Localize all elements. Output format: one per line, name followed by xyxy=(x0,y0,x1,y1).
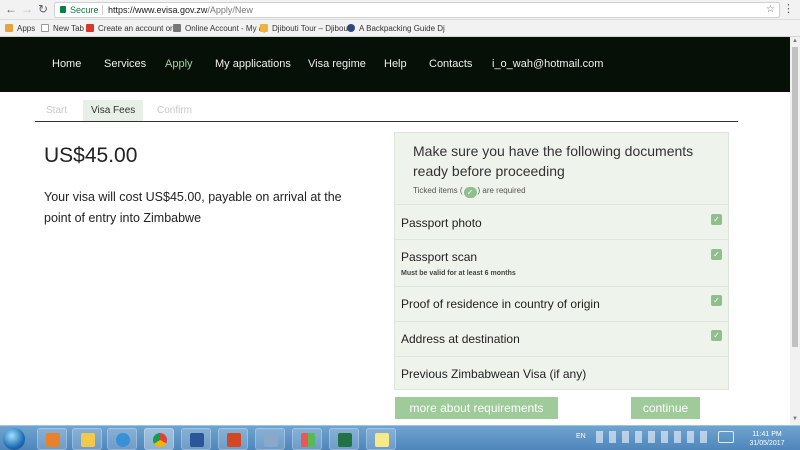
ie-icon xyxy=(116,433,130,447)
folder-icon xyxy=(81,433,95,447)
requirement-label: Passport photo xyxy=(401,216,482,230)
word-icon xyxy=(190,433,204,447)
requirement-label: Passport scan xyxy=(401,250,478,264)
maple-leaf-icon xyxy=(86,24,94,32)
requirement-item: Passport photo ✓ xyxy=(395,204,728,239)
requirements-panel: Make sure you have the following documen… xyxy=(394,132,729,390)
requirement-sub-label: Must be valid for at least 6 months xyxy=(401,270,516,277)
nav-services[interactable]: Services xyxy=(104,57,146,71)
secure-label: Secure xyxy=(70,5,99,15)
continue-button[interactable]: continue xyxy=(631,397,700,419)
powerpoint-icon xyxy=(227,433,241,447)
page-scrollbar[interactable]: ▲ ▼ xyxy=(790,37,800,425)
requirements-heading: Make sure you have the following documen… xyxy=(413,143,694,179)
windows-taskbar: EN 11:41 PM 31/05/2017 xyxy=(0,425,800,450)
start-button[interactable] xyxy=(3,428,25,450)
taskbar-explorer[interactable] xyxy=(72,428,102,450)
taskbar-internet-explorer[interactable] xyxy=(107,428,137,450)
url-separator xyxy=(102,5,103,15)
browser-menu-icon[interactable]: ⋮ xyxy=(783,3,794,15)
site-icon xyxy=(347,24,355,32)
clock-date: 31/05/2017 xyxy=(749,440,785,447)
check-icon: ✓ xyxy=(711,249,722,260)
more-requirements-button[interactable]: more about requirements xyxy=(395,397,558,419)
step-start[interactable]: Start xyxy=(46,100,67,121)
chrome-icon xyxy=(153,433,167,447)
requirements-note: Ticked items (✓) are required xyxy=(413,186,526,198)
windows-icon xyxy=(301,433,315,447)
site-header: Home Services Apply My applications Visa… xyxy=(0,37,790,92)
check-icon: ✓ xyxy=(711,295,722,306)
nav-user-account[interactable]: i_o_wah@hotmail.com xyxy=(492,57,603,71)
system-clock[interactable]: 11:41 PM 31/05/2017 xyxy=(741,430,793,448)
requirement-item: Previous Zimbabwean Visa (if any) xyxy=(395,356,728,390)
requirement-item: Passport scan Must be valid for at least… xyxy=(395,239,728,286)
bookmark-create-account[interactable]: Create an account or si xyxy=(86,24,181,34)
forward-icon[interactable]: → xyxy=(20,2,34,16)
browser-toolbar: ← → ↻ Secure https://www.evisa.gov.zw/Ap… xyxy=(0,0,800,20)
address-bar[interactable]: Secure https://www.evisa.gov.zw/Apply/Ne… xyxy=(54,2,780,18)
check-icon: ✓ xyxy=(711,330,722,341)
apps-grid-icon xyxy=(5,24,13,32)
taskbar-sticky-notes[interactable] xyxy=(366,428,396,450)
clock-time: 11:41 PM xyxy=(752,431,782,438)
steps-divider xyxy=(35,121,738,122)
reload-icon[interactable]: ↻ xyxy=(36,2,50,16)
lock-icon xyxy=(60,6,66,13)
nav-visa-regime[interactable]: Visa regime xyxy=(308,57,366,71)
check-icon: ✓ xyxy=(711,214,722,225)
requirement-label: Address at destination xyxy=(401,332,520,346)
requirement-item: Proof of residence in country of origin … xyxy=(395,286,728,321)
bookmark-star-icon[interactable]: ☆ xyxy=(766,3,775,17)
check-icon: ✓ xyxy=(463,187,477,198)
scissors-icon xyxy=(264,433,278,447)
taskbar-word[interactable] xyxy=(181,428,211,450)
bookmark-new-tab[interactable]: New Tab xyxy=(41,24,84,34)
language-indicator[interactable]: EN xyxy=(576,432,586,441)
bookmark-apps[interactable]: Apps xyxy=(5,24,35,34)
requirement-item: Address at destination ✓ xyxy=(395,321,728,356)
nav-my-applications[interactable]: My applications xyxy=(215,57,291,71)
site-icon xyxy=(173,24,181,32)
visa-fee-amount: US$45.00 xyxy=(44,144,138,167)
step-confirm[interactable]: Confirm xyxy=(157,100,192,121)
note-icon xyxy=(375,433,389,447)
tray-icons[interactable] xyxy=(596,431,712,443)
requirement-label: Proof of residence in country of origin xyxy=(401,297,600,311)
taskbar-powerpoint[interactable] xyxy=(218,428,248,450)
site-icon xyxy=(260,24,268,32)
requirement-label: Previous Zimbabwean Visa (if any) xyxy=(401,367,587,381)
nav-help[interactable]: Help xyxy=(384,57,407,71)
taskbar-chrome[interactable] xyxy=(144,428,174,450)
taskbar-windows-explorer[interactable] xyxy=(292,428,322,450)
bookmark-djibouti-tour[interactable]: Djibouti Tour – Djibouti xyxy=(260,24,352,34)
taskbar-snipping-tool[interactable] xyxy=(255,428,285,450)
taskbar-excel[interactable] xyxy=(329,428,359,450)
url-text: https://www.evisa.gov.zw/Apply/New xyxy=(108,5,253,15)
bookmarks-bar: Apps New Tab Create an account or si Onl… xyxy=(0,20,800,37)
back-icon[interactable]: ← xyxy=(4,2,18,16)
scroll-up-icon[interactable]: ▲ xyxy=(792,38,798,44)
nav-contacts[interactable]: Contacts xyxy=(429,57,472,71)
scroll-down-icon[interactable]: ▼ xyxy=(792,416,798,422)
bookmark-backpacking-guide[interactable]: A Backpacking Guide Dj xyxy=(347,24,445,34)
outlook-icon xyxy=(46,433,60,447)
speaker-icon[interactable] xyxy=(718,431,734,443)
page-icon xyxy=(41,24,49,32)
excel-icon xyxy=(338,433,352,447)
visa-fee-description: Your visa will cost US$45.00, payable on… xyxy=(44,190,342,225)
taskbar-outlook[interactable] xyxy=(37,428,67,450)
nav-home[interactable]: Home xyxy=(52,57,81,71)
bookmark-online-account[interactable]: Online Account - My ap xyxy=(173,24,268,34)
nav-apply[interactable]: Apply xyxy=(165,57,193,71)
step-visa-fees[interactable]: Visa Fees xyxy=(83,100,144,121)
scroll-thumb[interactable] xyxy=(792,47,798,347)
